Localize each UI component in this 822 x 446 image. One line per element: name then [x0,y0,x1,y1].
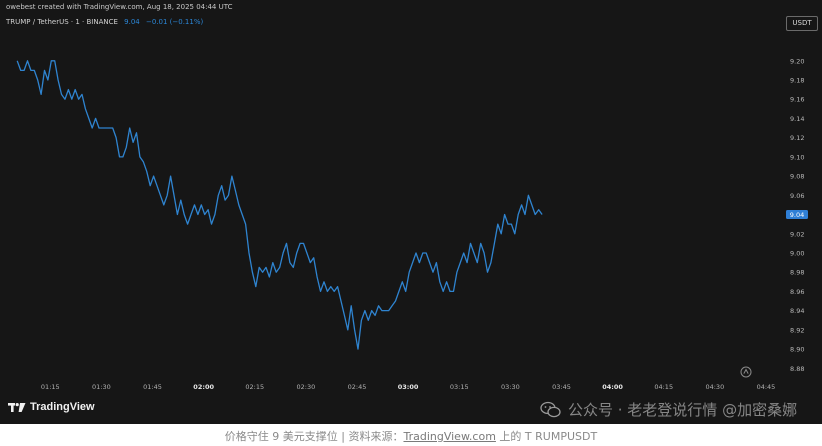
y-tick-label: 8.94 [790,307,804,315]
y-tick-label: 9.14 [790,115,804,123]
source-link[interactable]: TradingView.com [403,430,495,443]
y-tick-label: 9.12 [790,134,804,142]
y-tick-label: 9.02 [790,230,804,238]
time-axis[interactable]: 01:15 01:30 01:45 02:00 02:15 02:30 02:45 03:00… [41,383,775,391]
y-tick-label: 8.92 [790,326,804,334]
price-change: −0.01 (−0.11%) [145,18,204,26]
x-tick-label: 02:45 [348,383,367,391]
y-tick-label: 9.20 [790,57,804,65]
y-tick-label: 9.10 [790,153,804,161]
watermark-text: 公众号 · 老老登说行情 @加密桑娜 [568,401,798,419]
watermark: 公众号 · 老老登说行情 @加密桑娜 [540,399,797,420]
chart-credit: owebest created with TradingView.com, Au… [6,3,233,11]
x-tick-label: 03:00 [398,383,419,391]
wechat-icon [540,401,561,417]
y-tick-label: 8.88 [790,365,804,373]
figure-caption: 价格守住 9 美元支撑位 | 资料来源：TradingView.com 上的 T… [0,428,822,444]
y-tick-label: 9.16 [790,96,804,104]
svg-text:9.04: 9.04 [790,211,804,219]
currency-unit-badge[interactable]: USDT [786,16,818,31]
y-tick-label: 9.18 [790,76,804,84]
y-tick-label: 9.08 [790,173,804,181]
y-tick-label: 9.00 [790,249,804,257]
tradingview-logo-icon [8,402,26,412]
x-tick-label: 03:15 [450,383,469,391]
x-tick-label: 04:15 [654,383,673,391]
symbol-legend[interactable]: TRUMP / TetherUS · 1 · BINANCE 9.04 −0.0… [6,18,203,26]
x-tick-label: 01:15 [41,383,60,391]
x-tick-label: 03:45 [552,383,571,391]
symbol-label: TRUMP / TetherUS · 1 · BINANCE [6,18,118,26]
x-tick-label: 02:15 [245,383,264,391]
chart-settings-icon[interactable] [740,366,752,378]
last-value: 9.04 [124,18,140,26]
y-tick-label: 9.06 [790,192,804,200]
price-chart[interactable]: 9.20 9.18 9.16 9.14 9.12 9.10 9.08 9.06 9.04 9.02… [0,0,822,424]
y-tick-label: 8.90 [790,346,804,354]
x-tick-label: 04:00 [602,383,623,391]
x-tick-label: 01:45 [143,383,162,391]
x-tick-label: 04:30 [705,383,724,391]
y-tick-label: 8.98 [790,269,804,277]
x-tick-label: 02:30 [297,383,316,391]
x-tick-label: 02:00 [193,383,214,391]
price-series-line [16,60,543,350]
caption-suffix: 上的 T RUMPUSDT [495,430,598,443]
y-tick-label: 8.96 [790,288,804,296]
x-tick-label: 01:30 [92,383,111,391]
caption-prefix: 价格守住 9 美元支撑位 | 资料来源： [224,430,404,443]
brand-name: TradingView [30,401,95,413]
x-tick-label: 04:45 [757,383,776,391]
current-price-tag: 9.04 [786,210,808,219]
tradingview-brand[interactable]: TradingView [8,401,95,413]
x-tick-label: 03:30 [501,383,520,391]
